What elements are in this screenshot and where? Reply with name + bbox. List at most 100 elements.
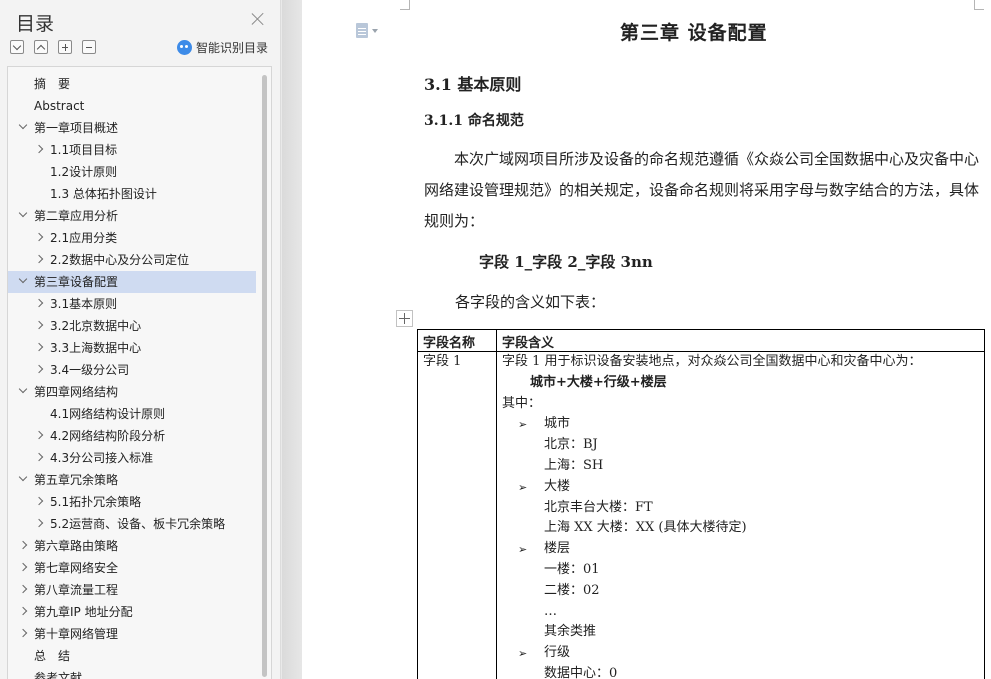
toc-item[interactable]: Abstract — [8, 95, 256, 117]
toc-item[interactable]: 第七章网络安全 — [8, 557, 256, 579]
toc-item[interactable]: 5.2运营商、设备、板卡冗余策略 — [8, 513, 256, 535]
chevron-right-icon[interactable] — [34, 320, 44, 330]
toc-item-label: 第十章网络管理 — [34, 627, 119, 641]
chevron-right-icon[interactable] — [18, 628, 28, 638]
toc-item-label: 摘 要 — [34, 77, 71, 91]
smart-toc-button[interactable]: 智能识别目录 — [177, 39, 268, 56]
chevron-right-icon[interactable] — [34, 342, 44, 352]
toc-item-label: 第四章网络结构 — [34, 385, 119, 399]
table-cell-line: 城市 — [544, 416, 571, 432]
toc-item-label: 1.3 总体拓扑图设计 — [50, 187, 157, 201]
toc-item-label: 参考文献 — [34, 671, 83, 679]
chevron-down-icon[interactable] — [18, 120, 28, 130]
toc-item[interactable]: 参考文献 — [8, 667, 256, 679]
table-cell-line: 其余类推 — [544, 624, 597, 640]
chevron-down-icon[interactable] — [18, 472, 28, 482]
toc-item-label: 3.2北京数据中心 — [50, 319, 142, 333]
toc-item[interactable]: 1.2设计原则 — [8, 161, 256, 183]
chevron-right-icon[interactable] — [34, 144, 44, 154]
toc-item[interactable]: 第三章设备配置 — [8, 271, 256, 293]
toc-item[interactable]: 2.2数据中心及分公司定位 — [8, 249, 256, 271]
arrow-bullet-icon: ➢ — [518, 418, 528, 432]
toc-list: 摘 要 Abstract 第一章项目概述 1.1项目目标 1.2设计原则 1.3 总体拓扑… — [8, 73, 256, 679]
chevron-right-icon[interactable] — [18, 540, 28, 550]
toc-item[interactable]: 3.2北京数据中心 — [8, 315, 256, 337]
toc-item[interactable]: 第二章应用分析 — [8, 205, 256, 227]
chevron-right-icon[interactable] — [34, 518, 44, 528]
toc-item[interactable]: 摘 要 — [8, 73, 256, 95]
toc-item-label: 第六章路由策略 — [34, 539, 119, 553]
document-icon — [356, 23, 368, 38]
smart-toc-label: 智能识别目录 — [196, 41, 269, 55]
chevron-down-icon[interactable] — [18, 384, 28, 394]
toc-item[interactable]: 3.4一级分公司 — [8, 359, 256, 381]
toc-item[interactable]: 第四章网络结构 — [8, 381, 256, 403]
table-cell-line: 数据中心：0 — [544, 666, 618, 679]
expand-all-icon[interactable] — [10, 40, 24, 54]
toc-item-label: 总 结 — [34, 649, 71, 663]
chevron-right-icon[interactable] — [34, 430, 44, 440]
section-heading: 3.1 基本原则 — [424, 75, 522, 94]
close-icon[interactable] — [250, 11, 266, 27]
chevron-down-icon[interactable] — [18, 208, 28, 218]
toc-item[interactable]: 3.3上海数据中心 — [8, 337, 256, 359]
toc-toolbar — [10, 40, 96, 54]
toc-item[interactable]: 1.3 总体拓扑图设计 — [8, 183, 256, 205]
collapse-all-icon[interactable] — [34, 40, 48, 54]
toc-item[interactable]: 第六章路由策略 — [8, 535, 256, 557]
promote-level-icon[interactable] — [58, 40, 72, 54]
arrow-bullet-icon: ➢ — [518, 480, 528, 494]
toc-item[interactable]: 4.2网络结构阶段分析 — [8, 425, 256, 447]
toc-item-label: 1.2设计原则 — [50, 165, 118, 179]
toc-item-label: 3.1基本原则 — [50, 297, 118, 311]
chevron-right-icon[interactable] — [34, 496, 44, 506]
toc-item[interactable]: 总 结 — [8, 645, 256, 667]
chevron-down-icon[interactable] — [18, 274, 28, 284]
chapter-heading: 第三章 设备配置 — [620, 22, 768, 44]
toc-item[interactable]: 1.1项目目标 — [8, 139, 256, 161]
toc-item[interactable]: 4.1网络结构设计原则 — [8, 403, 256, 425]
demote-level-icon[interactable] — [82, 40, 96, 54]
toc-item[interactable]: 第九章IP 地址分配 — [8, 601, 256, 623]
toc-item-label: 第九章IP 地址分配 — [34, 605, 133, 619]
toc-item[interactable]: 4.3分公司接入标准 — [8, 447, 256, 469]
document-scrollbar[interactable] — [985, 610, 991, 670]
toc-item-label: Abstract — [34, 99, 85, 113]
table-cell-line: 其中： — [502, 395, 542, 411]
table-cell-line: 字段 1 用于标识设备安装地点，对众焱公司全国数据中心和灾备中心为： — [502, 354, 922, 369]
toc-item-label: 5.1拓扑冗余策略 — [50, 495, 142, 509]
chevron-right-icon[interactable] — [18, 584, 28, 594]
toc-item[interactable]: 第五章冗余策略 — [8, 469, 256, 491]
chevron-right-icon[interactable] — [34, 232, 44, 242]
toc-item[interactable]: 第十章网络管理 — [8, 623, 256, 645]
page-corner-mark — [400, 0, 410, 10]
toc-item-label: 第五章冗余策略 — [34, 473, 119, 487]
toc-title: 目录 — [16, 13, 55, 35]
chevron-right-icon[interactable] — [18, 606, 28, 616]
table-cell-line: 上海：SH — [544, 458, 604, 473]
toc-item-label: 3.4一级分公司 — [50, 363, 130, 377]
toc-item[interactable]: 第一章项目概述 — [8, 117, 256, 139]
body-paragraph: 本次广域网项目所涉及设备的命名规范遵循《众焱公司全国数据中心及灾备中心网络建设管… — [424, 150, 980, 230]
toc-item[interactable]: 第八章流量工程 — [8, 579, 256, 601]
toc-item[interactable]: 2.1应用分类 — [8, 227, 256, 249]
chevron-right-icon[interactable] — [34, 364, 44, 374]
toc-item-label: 5.2运营商、设备、板卡冗余策略 — [50, 517, 226, 531]
toc-scrollbar[interactable] — [262, 75, 267, 677]
table-move-icon[interactable] — [396, 310, 413, 327]
field-table: 字段名称 字段含义 字段 1 字段 1 用于标识设备安装地点，对众焱公司全国数据… — [417, 329, 985, 679]
chevron-right-icon[interactable] — [34, 452, 44, 462]
toc-item-label: 4.3分公司接入标准 — [50, 451, 154, 465]
arrow-bullet-icon: ➢ — [518, 647, 528, 661]
toc-item[interactable]: 5.1拓扑冗余策略 — [8, 491, 256, 513]
toc-item[interactable]: 3.1基本原则 — [8, 293, 256, 315]
toc-tree: 摘 要 Abstract 第一章项目概述 1.1项目目标 1.2设计原则 1.3 总体拓扑… — [7, 66, 272, 679]
doc-view-menu[interactable] — [356, 23, 378, 38]
table-cell-line: … — [544, 603, 557, 619]
chevron-right-icon[interactable] — [18, 562, 28, 572]
table-header-meaning: 字段含义 — [502, 336, 555, 351]
chevron-right-icon[interactable] — [34, 298, 44, 308]
subsection-heading: 3.1.1 命名规范 — [424, 113, 524, 129]
page-corner-mark — [974, 0, 984, 10]
chevron-right-icon[interactable] — [34, 254, 44, 264]
